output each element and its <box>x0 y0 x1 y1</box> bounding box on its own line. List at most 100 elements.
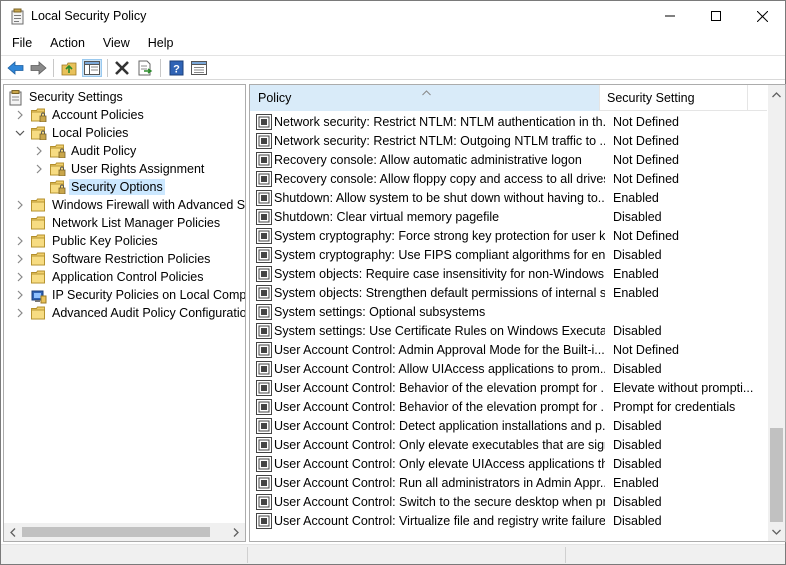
tree-item[interactable]: Local Policies <box>14 124 130 142</box>
folder-icon <box>31 216 47 230</box>
tree-item[interactable]: Advanced Audit Policy Configuration <box>14 304 246 322</box>
list-scrollbar-thumb[interactable] <box>770 428 783 522</box>
list-vertical-scrollbar[interactable] <box>768 85 785 541</box>
help-button[interactable]: ? <box>166 59 186 77</box>
locked-folder-icon <box>50 144 66 158</box>
tree-item[interactable]: Audit Policy <box>33 142 138 160</box>
tree-item-label: Advanced Audit Policy Configuration <box>52 306 246 320</box>
tree-item[interactable]: IP Security Policies on Local Computer <box>14 286 245 304</box>
policy-row[interactable]: System cryptography: Use FIPS compliant … <box>250 245 767 264</box>
tree-item[interactable]: Security Options <box>33 178 165 196</box>
policy-row[interactable]: System objects: Strengthen default permi… <box>250 283 767 302</box>
column-header-policy-label: Policy <box>258 91 292 105</box>
close-button[interactable] <box>739 1 785 31</box>
menu-action[interactable]: Action <box>40 36 93 50</box>
menu-view[interactable]: View <box>93 36 138 50</box>
collapse-toggle[interactable] <box>14 235 26 247</box>
policy-security-setting: Enabled <box>613 285 659 300</box>
tree-item[interactable]: Application Control Policies <box>14 268 205 286</box>
policy-name: User Account Control: Behavior of the el… <box>274 380 605 395</box>
policy-row[interactable]: User Account Control: Run all administra… <box>250 473 767 492</box>
policy-list[interactable]: Policy Security Setting Network security… <box>249 84 786 542</box>
tree-item-label: Account Policies <box>52 108 144 122</box>
collapse-toggle[interactable] <box>33 163 45 175</box>
delete-button[interactable] <box>112 59 132 77</box>
policy-row[interactable]: User Account Control: Switch to the secu… <box>250 492 767 511</box>
collapse-toggle[interactable] <box>14 307 26 319</box>
chevron-right-icon <box>17 254 23 264</box>
forward-button[interactable] <box>28 59 48 77</box>
policy-security-setting: Enabled <box>613 190 659 205</box>
tree-item[interactable]: Windows Firewall with Advanced Security <box>14 196 246 214</box>
maximize-button[interactable] <box>693 1 739 31</box>
status-divider <box>247 547 248 563</box>
policy-row[interactable]: User Account Control: Admin Approval Mod… <box>250 340 767 359</box>
export-list-button[interactable] <box>135 59 155 77</box>
policy-row[interactable]: Network security: Restrict NTLM: NTLM au… <box>250 112 767 131</box>
tree-item-label: Local Policies <box>52 126 129 140</box>
up-one-level-button[interactable] <box>59 59 79 77</box>
collapse-toggle[interactable] <box>14 253 26 265</box>
scroll-right-button[interactable] <box>230 526 242 538</box>
menu-help[interactable]: Help <box>138 36 182 50</box>
policy-row[interactable]: User Account Control: Behavior of the el… <box>250 397 767 416</box>
console-tree[interactable]: Security Settings Account Policies Local P… <box>3 84 246 542</box>
collapse-toggle[interactable] <box>14 109 26 121</box>
toolbar-separator <box>53 59 54 77</box>
title-bar[interactable]: Local Security Policy <box>1 1 785 32</box>
collapse-toggle[interactable] <box>14 199 26 211</box>
policy-name: System settings: Use Certificate Rules o… <box>274 323 605 338</box>
policy-name: User Account Control: Detect application… <box>274 418 605 433</box>
close-icon <box>756 10 768 22</box>
policy-security-setting: Disabled <box>613 456 662 471</box>
column-header-policy[interactable]: Policy <box>250 85 600 111</box>
expand-toggle[interactable] <box>14 127 26 139</box>
policy-security-setting: Disabled <box>613 209 662 224</box>
show-hide-tree-button[interactable] <box>82 59 102 77</box>
policy-row[interactable]: System settings: Optional subsystems <box>250 302 767 321</box>
tree-horizontal-scrollbar[interactable] <box>4 523 245 541</box>
policy-name: User Account Control: Only elevate UIAcc… <box>274 456 605 471</box>
collapse-toggle[interactable] <box>14 271 26 283</box>
policy-setting-icon <box>256 322 272 339</box>
policy-security-setting: Disabled <box>613 494 662 509</box>
policy-row[interactable]: System objects: Require case insensitivi… <box>250 264 767 283</box>
tree-item-label: Windows Firewall with Advanced Security <box>52 198 246 212</box>
tree-item[interactable]: User Rights Assignment <box>33 160 206 178</box>
policy-row[interactable]: User Account Control: Detect application… <box>250 416 767 435</box>
menu-file[interactable]: File <box>1 36 40 50</box>
tree-item[interactable]: Public Key Policies <box>14 232 160 250</box>
policy-row[interactable]: Shutdown: Clear virtual memory pagefile D… <box>250 207 767 226</box>
policy-name: User Account Control: Virtualize file an… <box>274 513 605 528</box>
policy-security-setting: Disabled <box>613 437 662 452</box>
locked-folder-icon <box>31 108 47 122</box>
scroll-up-button[interactable] <box>770 88 783 101</box>
policy-row[interactable]: User Account Control: Behavior of the el… <box>250 378 767 397</box>
policy-row[interactable]: User Account Control: Only elevate execu… <box>250 435 767 454</box>
policy-setting-icon <box>256 208 272 225</box>
collapse-toggle[interactable] <box>14 289 26 301</box>
policy-row[interactable]: User Account Control: Virtualize file an… <box>250 511 767 530</box>
policy-row[interactable]: System settings: Use Certificate Rules o… <box>250 321 767 340</box>
tree-item[interactable]: Software Restriction Policies <box>14 250 212 268</box>
tree-item[interactable]: Account Policies <box>14 106 146 124</box>
folder-icon <box>31 234 47 248</box>
policy-row[interactable]: Network security: Restrict NTLM: Outgoin… <box>250 131 767 150</box>
scroll-down-button[interactable] <box>770 525 783 538</box>
scroll-left-button[interactable] <box>7 526 19 538</box>
properties-button[interactable] <box>189 59 209 77</box>
policy-row[interactable]: Recovery console: Allow floppy copy and … <box>250 169 767 188</box>
tree-item[interactable]: Network List Manager Policies <box>14 214 222 232</box>
minimize-button[interactable] <box>647 1 693 31</box>
tree-scrollbar-thumb[interactable] <box>22 527 210 537</box>
policy-row[interactable]: User Account Control: Allow UIAccess app… <box>250 359 767 378</box>
back-button[interactable] <box>5 59 25 77</box>
policy-row[interactable]: Shutdown: Allow system to be shut down w… <box>250 188 767 207</box>
collapse-toggle[interactable] <box>33 145 45 157</box>
policy-name: Recovery console: Allow automatic admini… <box>274 152 582 167</box>
tree-item[interactable]: Security Settings <box>8 88 125 106</box>
policy-row[interactable]: Recovery console: Allow automatic admini… <box>250 150 767 169</box>
policy-row[interactable]: User Account Control: Only elevate UIAcc… <box>250 454 767 473</box>
policy-row[interactable]: System cryptography: Force strong key pr… <box>250 226 767 245</box>
column-header-security-setting[interactable]: Security Setting <box>600 85 748 111</box>
